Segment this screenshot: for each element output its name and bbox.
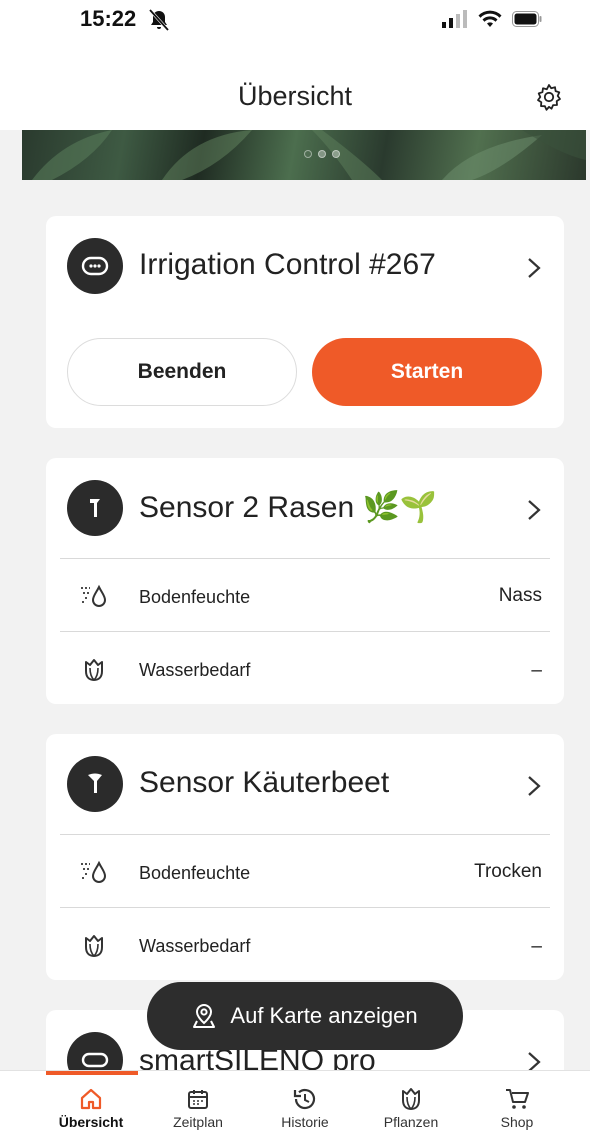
row-value: – bbox=[531, 660, 542, 681]
device-title[interactable]: Sensor 2 Rasen 🌿🌱 bbox=[139, 490, 437, 525]
carousel-dot[interactable] bbox=[304, 150, 312, 158]
history-icon bbox=[293, 1088, 316, 1110]
home-icon bbox=[80, 1088, 102, 1110]
plant-icon bbox=[85, 935, 103, 957]
soil-moisture-icon bbox=[81, 584, 107, 607]
plant-icon bbox=[85, 659, 103, 681]
chevron-right-icon[interactable] bbox=[526, 498, 542, 522]
bell-muted-icon bbox=[148, 8, 170, 32]
device-card-irrigation-control: Irrigation Control #267 Beenden Starten bbox=[46, 216, 564, 428]
cellular-signal-icon bbox=[442, 10, 467, 28]
row-value: Nass bbox=[498, 585, 542, 606]
device-title[interactable]: Irrigation Control #267 bbox=[139, 248, 436, 282]
divider bbox=[60, 907, 550, 908]
device-title[interactable]: Sensor Käuterbeet bbox=[139, 766, 389, 800]
row-label: Bodenfeuchte bbox=[139, 587, 251, 607]
device-card-sensor-rasen: Sensor 2 Rasen 🌿🌱 Bodenfeuchte Nass Wass… bbox=[46, 458, 564, 704]
carousel-dots bbox=[304, 150, 340, 158]
carousel-dot[interactable] bbox=[332, 150, 340, 158]
banner-carousel[interactable] bbox=[22, 130, 586, 180]
row-value: – bbox=[531, 936, 542, 957]
tab-schedule[interactable]: Zeitplan bbox=[148, 1087, 248, 1130]
divider bbox=[60, 558, 550, 559]
plant-icon bbox=[402, 1088, 420, 1110]
chevron-right-icon[interactable] bbox=[526, 774, 542, 798]
page-title: Übersicht bbox=[237, 81, 353, 111]
active-tab-indicator bbox=[46, 1071, 138, 1075]
wifi-icon bbox=[478, 10, 502, 27]
show-on-map-label: Auf Karte anzeigen bbox=[230, 1003, 418, 1028]
cart-icon bbox=[506, 1089, 529, 1109]
header: Übersicht bbox=[0, 44, 590, 130]
row-value: Trocken bbox=[474, 861, 542, 882]
tab-overview[interactable]: Übersicht bbox=[41, 1087, 141, 1130]
map-pin-icon bbox=[193, 1003, 216, 1028]
divider bbox=[60, 834, 550, 835]
stop-button[interactable]: Beenden bbox=[67, 338, 297, 406]
row-label: Bodenfeuchte bbox=[139, 863, 251, 883]
calendar-icon bbox=[188, 1090, 208, 1109]
soil-moisture-icon bbox=[81, 860, 107, 883]
tab-label: Zeitplan bbox=[173, 1114, 223, 1130]
controller-icon bbox=[67, 238, 123, 294]
battery-icon bbox=[512, 11, 542, 27]
tab-label: Übersicht bbox=[58, 1114, 124, 1130]
status-bar: 15:22 bbox=[0, 0, 590, 44]
row-label: Wasserbedarf bbox=[139, 660, 251, 680]
tab-label: Historie bbox=[281, 1114, 329, 1130]
sensor-icon bbox=[67, 756, 123, 812]
tab-bar: Übersicht Zeitplan Historie Pflanzen Sho… bbox=[0, 1070, 590, 1138]
divider bbox=[60, 631, 550, 632]
show-on-map-button[interactable]: Auf Karte anzeigen bbox=[147, 982, 463, 1050]
sensor-icon bbox=[67, 480, 123, 536]
tab-shop[interactable]: Shop bbox=[467, 1087, 567, 1130]
chevron-right-icon[interactable] bbox=[526, 256, 542, 280]
gear-icon[interactable] bbox=[534, 82, 564, 112]
tab-label: Pflanzen bbox=[383, 1114, 439, 1130]
tab-history[interactable]: Historie bbox=[255, 1087, 355, 1130]
tab-plants[interactable]: Pflanzen bbox=[361, 1087, 461, 1130]
start-button[interactable]: Starten bbox=[312, 338, 542, 406]
status-indicators bbox=[442, 10, 542, 28]
status-time: 15:22 bbox=[80, 6, 137, 31]
tab-label: Shop bbox=[500, 1114, 534, 1130]
device-card-sensor-kraeuterbeet: Sensor Käuterbeet Bodenfeuchte Trocken W… bbox=[46, 734, 564, 980]
carousel-dot[interactable] bbox=[318, 150, 326, 158]
row-label: Wasserbedarf bbox=[139, 936, 251, 956]
